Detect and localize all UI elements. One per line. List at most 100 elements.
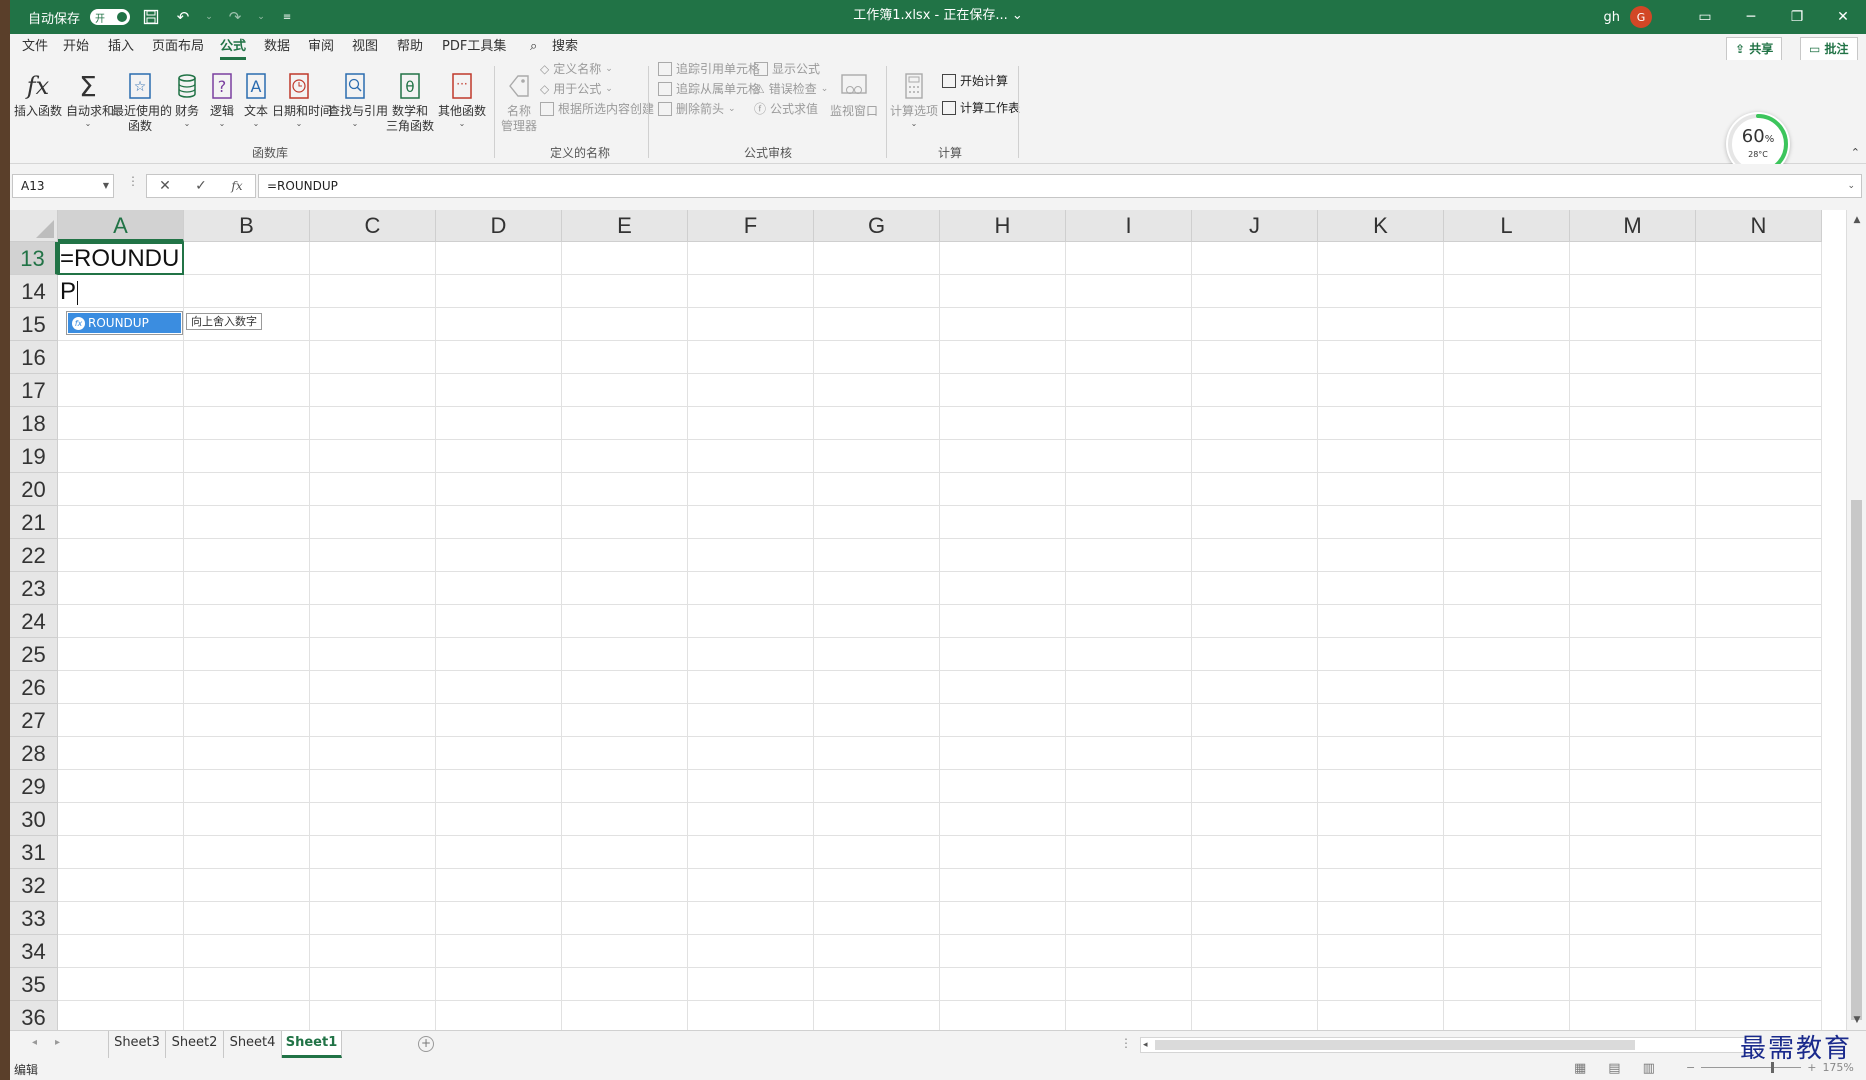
redo-dropdown-icon[interactable]: ⌄ (256, 6, 266, 28)
cell-k27[interactable] (1318, 704, 1444, 737)
search-box[interactable]: 搜索 (552, 34, 578, 60)
sheet-tab-sheet4[interactable]: Sheet4 (224, 1031, 282, 1058)
cell-d24[interactable] (436, 605, 562, 638)
cell-l14[interactable] (1444, 275, 1570, 308)
datetime-button[interactable]: 日期和时间 ⌄ (272, 68, 332, 129)
cell-a32[interactable] (58, 869, 184, 902)
error-checking-button[interactable]: ⚠ 错误检查 ⌄ (754, 80, 828, 97)
recently-used-button[interactable]: ☆ 最近使用的 函数 (112, 68, 172, 134)
save-icon[interactable] (140, 6, 162, 28)
cell-m23[interactable] (1570, 572, 1696, 605)
cell-e26[interactable] (562, 671, 688, 704)
column-header-c[interactable]: C (310, 210, 436, 242)
cell-a23[interactable] (58, 572, 184, 605)
text-button[interactable]: A 文本 ⌄ (240, 68, 272, 129)
cell-d15[interactable] (436, 308, 562, 341)
cell-j13[interactable] (1192, 242, 1318, 275)
cell-m22[interactable] (1570, 539, 1696, 572)
sheet-nav-arrows-icon[interactable]: ◂▸ (32, 1037, 78, 1048)
cell-e28[interactable] (562, 737, 688, 770)
cell-n30[interactable] (1696, 803, 1822, 836)
cell-d19[interactable] (436, 440, 562, 473)
cell-h21[interactable] (940, 506, 1066, 539)
cell-i27[interactable] (1066, 704, 1192, 737)
cell-g24[interactable] (814, 605, 940, 638)
cell-f18[interactable] (688, 407, 814, 440)
row-header-20[interactable]: 20 (10, 473, 58, 506)
cell-l29[interactable] (1444, 770, 1570, 803)
share-button[interactable]: ⇪ 共享 (1726, 37, 1783, 61)
cell-a34[interactable] (58, 935, 184, 968)
cell-i30[interactable] (1066, 803, 1192, 836)
cell-h15[interactable] (940, 308, 1066, 341)
column-header-d[interactable]: D (436, 210, 562, 242)
cell-j36[interactable] (1192, 1001, 1318, 1030)
cell-i26[interactable] (1066, 671, 1192, 704)
cell-c24[interactable] (310, 605, 436, 638)
cell-g21[interactable] (814, 506, 940, 539)
row-header-21[interactable]: 21 (10, 506, 58, 539)
page-layout-view-icon[interactable]: ▤ (1608, 1061, 1620, 1076)
cell-e34[interactable] (562, 935, 688, 968)
cell-a27[interactable] (58, 704, 184, 737)
close-icon[interactable]: ✕ (1820, 0, 1866, 34)
formula-bar-grip-icon[interactable]: ⋮ (127, 174, 139, 188)
cell-e33[interactable] (562, 902, 688, 935)
cell-j34[interactable] (1192, 935, 1318, 968)
cell-n31[interactable] (1696, 836, 1822, 869)
cell-l35[interactable] (1444, 968, 1570, 1001)
show-formulas-button[interactable]: 显示公式 (754, 60, 820, 77)
cell-a19[interactable] (58, 440, 184, 473)
search-icon[interactable]: ⌕ (530, 34, 537, 60)
cell-j16[interactable] (1192, 341, 1318, 374)
use-in-formula-button[interactable]: ◇ 用于公式 ⌄ (540, 80, 613, 97)
cell-d36[interactable] (436, 1001, 562, 1030)
minimize-icon[interactable]: ─ (1728, 0, 1774, 34)
cell-k15[interactable] (1318, 308, 1444, 341)
cell-k30[interactable] (1318, 803, 1444, 836)
tab-formulas[interactable]: 公式 (220, 34, 247, 60)
insert-function-button[interactable]: fx 插入函数 (14, 68, 62, 119)
tab-splitter-icon[interactable]: ⋮ (1120, 1036, 1132, 1050)
cell-f19[interactable] (688, 440, 814, 473)
zoom-slider[interactable] (1701, 1062, 1802, 1073)
cell-b24[interactable] (184, 605, 310, 638)
cell-k32[interactable] (1318, 869, 1444, 902)
cell-h22[interactable] (940, 539, 1066, 572)
cell-b21[interactable] (184, 506, 310, 539)
cell-f26[interactable] (688, 671, 814, 704)
cell-m30[interactable] (1570, 803, 1696, 836)
cell-c22[interactable] (310, 539, 436, 572)
cell-g15[interactable] (814, 308, 940, 341)
math-trig-button[interactable]: θ 数学和 三角函数 (384, 68, 436, 134)
sheet-tab-sheet3[interactable]: Sheet3 (108, 1031, 166, 1058)
cell-b17[interactable] (184, 374, 310, 407)
cell-a26[interactable] (58, 671, 184, 704)
cell-e29[interactable] (562, 770, 688, 803)
column-header-l[interactable]: L (1444, 210, 1570, 242)
cell-m27[interactable] (1570, 704, 1696, 737)
cell-l15[interactable] (1444, 308, 1570, 341)
cell-c30[interactable] (310, 803, 436, 836)
cell-e24[interactable] (562, 605, 688, 638)
cell-n14[interactable] (1696, 275, 1822, 308)
cell-j24[interactable] (1192, 605, 1318, 638)
cell-g31[interactable] (814, 836, 940, 869)
cell-n13[interactable] (1696, 242, 1822, 275)
column-header-i[interactable]: I (1066, 210, 1192, 242)
cell-f23[interactable] (688, 572, 814, 605)
cell-n21[interactable] (1696, 506, 1822, 539)
cell-e19[interactable] (562, 440, 688, 473)
cell-k23[interactable] (1318, 572, 1444, 605)
cell-m16[interactable] (1570, 341, 1696, 374)
cell-g36[interactable] (814, 1001, 940, 1030)
cell-j28[interactable] (1192, 737, 1318, 770)
cell-n33[interactable] (1696, 902, 1822, 935)
cell-l25[interactable] (1444, 638, 1570, 671)
cell-n32[interactable] (1696, 869, 1822, 902)
tab-insert[interactable]: 插入 (108, 34, 134, 60)
cell-g28[interactable] (814, 737, 940, 770)
cell-g25[interactable] (814, 638, 940, 671)
cell-b22[interactable] (184, 539, 310, 572)
remove-arrows-button[interactable]: 删除箭头 ⌄ (658, 100, 736, 117)
